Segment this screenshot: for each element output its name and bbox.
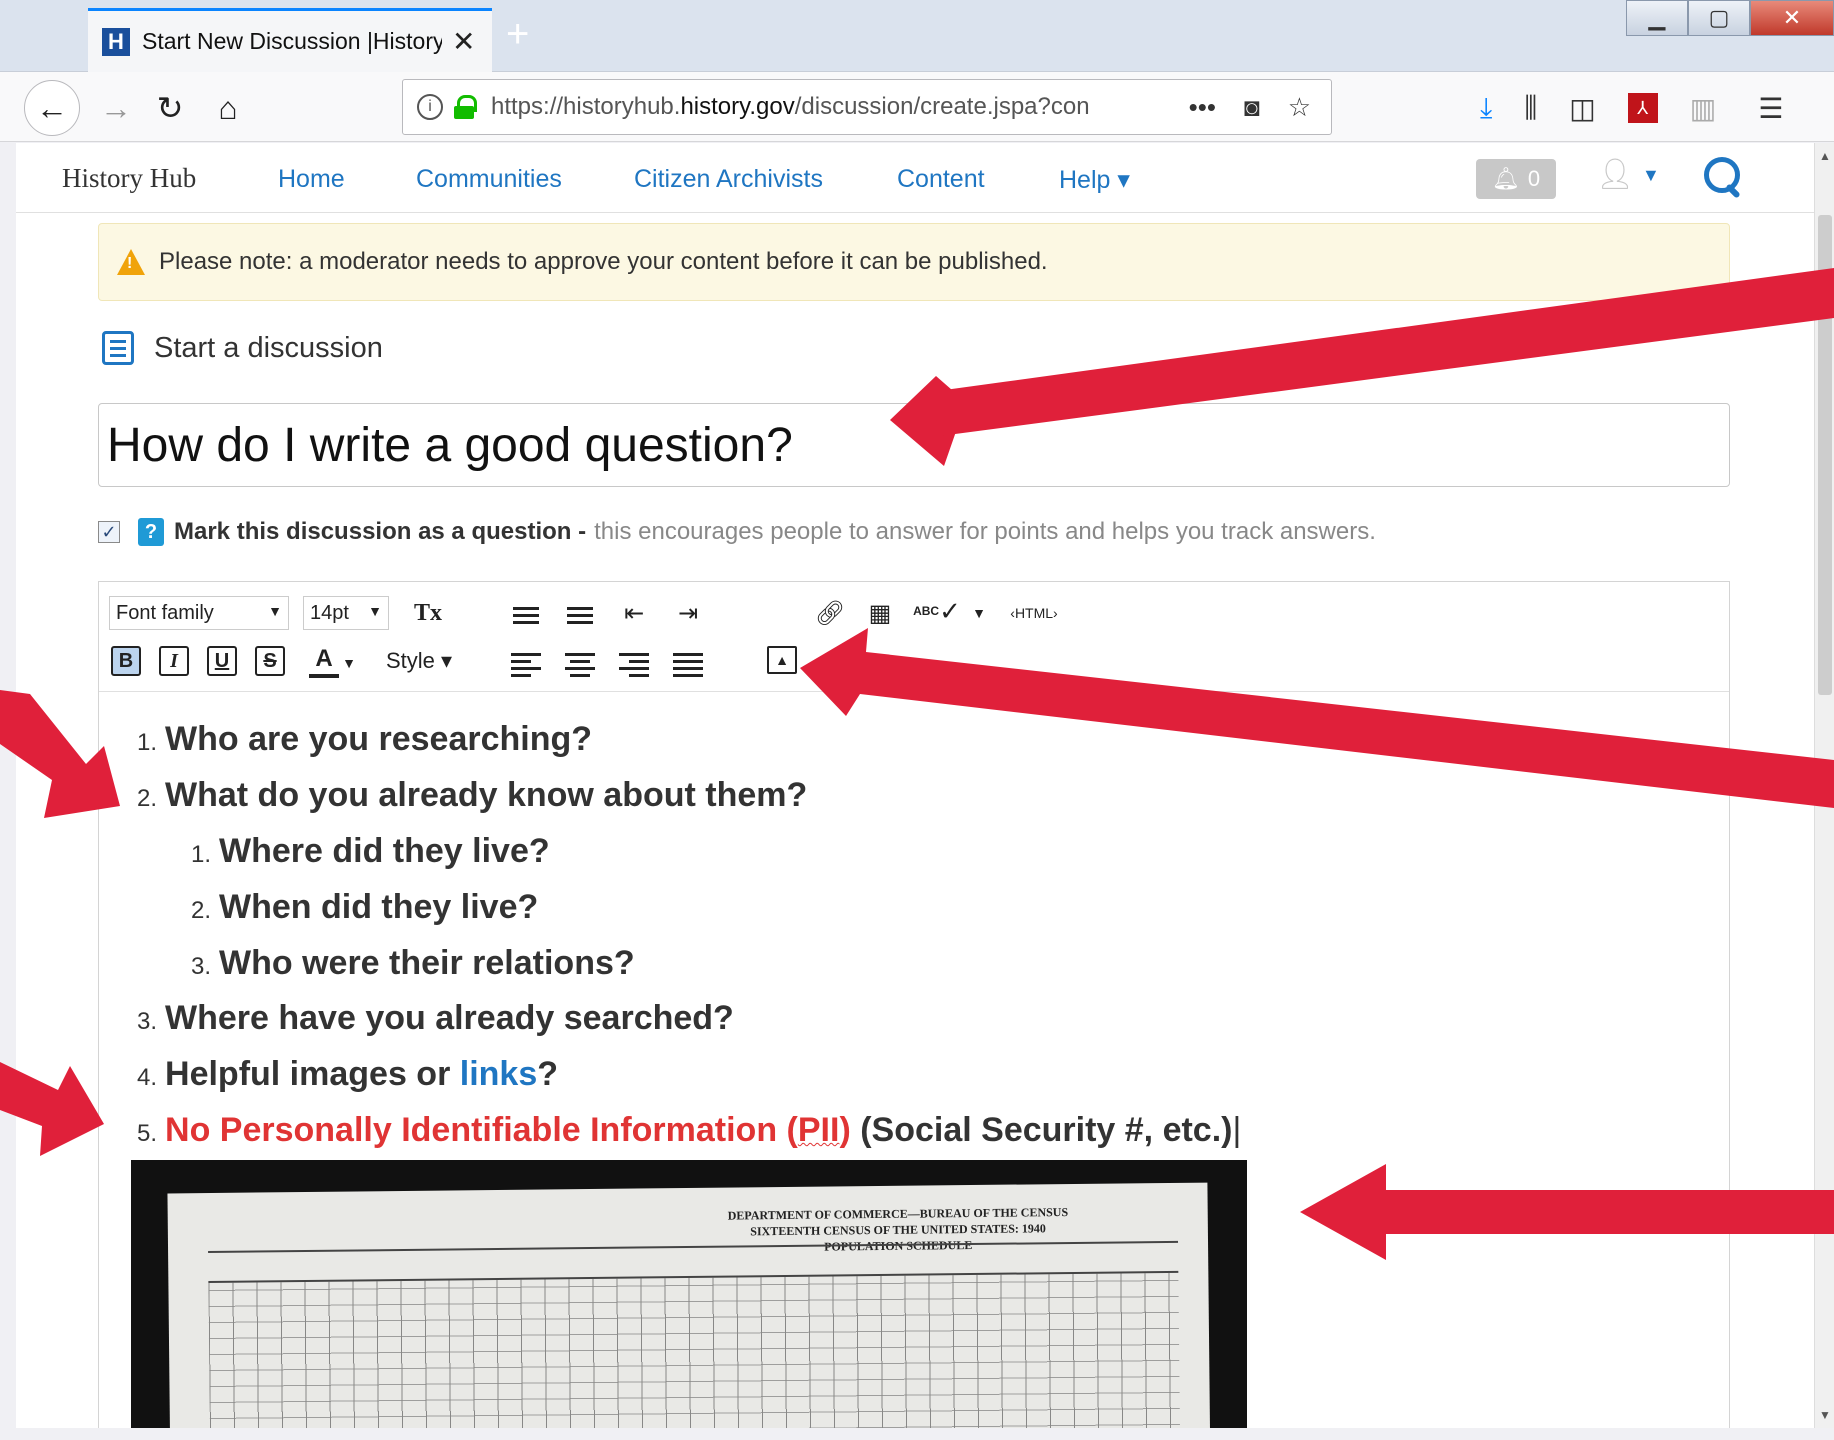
library-icon[interactable]: ⫼	[1524, 92, 1537, 125]
mark-question-description: this encourages people to answer for poi…	[594, 518, 1376, 545]
search-icon[interactable]	[1702, 155, 1746, 199]
italic-button[interactable]: I	[159, 646, 189, 676]
new-tab-button[interactable]: +	[506, 12, 529, 57]
list-item: 5. No Personally Identifiable Information…	[137, 1111, 1242, 1149]
style-dropdown[interactable]: Style ▾	[379, 644, 459, 678]
reader-view-icon[interactable]: ▥	[1690, 92, 1716, 125]
numbered-list-icon[interactable]	[565, 598, 595, 632]
history-hub-favicon-icon: H	[102, 27, 130, 56]
font-color-chevron-icon[interactable]: ▼	[341, 646, 357, 680]
strikethrough-button[interactable]: S	[255, 646, 285, 676]
reload-button[interactable]: ↻	[142, 80, 198, 136]
user-avatar-icon[interactable]: 👤︎	[1596, 157, 1634, 192]
tab-title: Start New Discussion |History Hub	[142, 28, 442, 54]
inline-link[interactable]: links	[460, 1055, 537, 1093]
census-document-image[interactable]: DEPARTMENT OF COMMERCE—BUREAU OF THE CEN…	[131, 1160, 1247, 1428]
nav-help[interactable]: Help ▾	[1059, 165, 1130, 195]
minimize-button[interactable]: ▁	[1626, 0, 1688, 36]
site-info-icon[interactable]: i	[417, 94, 443, 120]
bookmark-star-icon[interactable]: ☆	[1288, 92, 1311, 123]
align-left-icon[interactable]	[511, 648, 541, 682]
forward-button[interactable]: →	[88, 80, 144, 136]
question-icon: ?	[138, 518, 164, 546]
scroll-down-icon[interactable]: ▼	[1819, 1408, 1831, 1422]
window-close-button[interactable]: ✕	[1750, 0, 1834, 36]
spellcheck-icon[interactable]: ABC ✓	[907, 594, 967, 628]
pocket-icon[interactable]: ◙	[1244, 92, 1260, 123]
composer-heading-text: Start a discussion	[154, 331, 383, 364]
misspelled-word[interactable]: PII	[798, 1111, 840, 1149]
user-menu-chevron-icon[interactable]: ▼	[1642, 165, 1660, 186]
spellcheck-chevron-icon[interactable]: ▼	[969, 596, 989, 630]
sidebar-icon[interactable]: ◫	[1569, 92, 1595, 125]
nav-communities[interactable]: Communities	[416, 165, 562, 194]
notice-text: Please note: a moderator needs to approv…	[159, 248, 1048, 275]
page-viewport: History Hub Home Communities Citizen Arc…	[16, 143, 1814, 1428]
clear-format-icon[interactable]: Tx	[411, 596, 445, 630]
download-icon[interactable]: ⤓	[1480, 92, 1492, 125]
pdf-icon[interactable]: ⅄	[1627, 93, 1658, 123]
browser-tab[interactable]: H Start New Discussion |History Hub ✕	[88, 8, 492, 72]
bold-button[interactable]: B	[111, 646, 141, 676]
window-controls: ▁ ▢ ✕	[1626, 0, 1834, 40]
list-item: 2. What do you already know about them?	[137, 776, 808, 814]
list-item: 1. Where did they live?	[191, 832, 550, 870]
editor-toolbar: Font family ▼ 14pt ▼ Tx ⇤ ⇥ 🔗︎ ▦ ABC ✓ ▼ ‹H…	[99, 582, 1729, 692]
outdent-icon[interactable]: ⇤	[617, 596, 651, 630]
font-size-select[interactable]: 14pt ▼	[303, 596, 389, 630]
html-source-button[interactable]: ‹HTML›	[999, 596, 1069, 630]
list-item: 4. Helpful images or links?	[137, 1055, 559, 1093]
discussion-icon	[102, 331, 134, 365]
list-item: 3. Where have you already searched?	[137, 999, 734, 1037]
align-center-icon[interactable]	[565, 648, 595, 682]
scrollbar-thumb[interactable]	[1818, 215, 1832, 695]
insert-link-icon[interactable]: 🔗︎	[813, 596, 847, 630]
mark-question-row: ✓ ? Mark this discussion as a question -…	[98, 518, 1376, 546]
font-color-button[interactable]: A	[309, 644, 339, 678]
url-text[interactable]: https://historyhub.history.gov/discussio…	[491, 93, 1131, 121]
notifications-button[interactable]: 🔔︎ 0	[1476, 159, 1556, 199]
justify-icon[interactable]	[673, 648, 703, 682]
rich-text-editor: Font family ▼ 14pt ▼ Tx ⇤ ⇥ 🔗︎ ▦ ABC ✓ ▼ ‹H…	[98, 581, 1730, 1428]
nav-content[interactable]: Content	[897, 165, 985, 194]
tab-close-icon[interactable]: ✕	[452, 25, 475, 58]
census-paper: DEPARTMENT OF COMMERCE—BUREAU OF THE CEN…	[167, 1182, 1211, 1428]
insert-image-icon[interactable]: ▲	[767, 646, 797, 674]
align-right-icon[interactable]	[619, 648, 649, 682]
menu-icon[interactable]: ☰	[1758, 92, 1783, 125]
page-scrollbar[interactable]: ▲ ▼	[1814, 143, 1834, 1428]
bell-icon: 🔔︎	[1491, 166, 1520, 191]
notification-count: 0	[1527, 166, 1541, 191]
nav-home[interactable]: Home	[278, 165, 345, 194]
page-actions-icon[interactable]: •••	[1189, 92, 1216, 123]
insert-table-icon[interactable]: ▦	[863, 596, 897, 630]
warning-icon: !	[117, 249, 145, 275]
font-family-select[interactable]: Font family ▼	[109, 596, 289, 630]
list-item: 1. Who are you researching?	[137, 720, 593, 758]
nav-citizen-archivists[interactable]: Citizen Archivists	[634, 165, 823, 194]
lock-icon[interactable]	[453, 95, 477, 119]
list-item: 2. When did they live?	[191, 888, 539, 926]
indent-icon[interactable]: ⇥	[671, 596, 705, 630]
moderation-notice: ! Please note: a moderator needs to appr…	[98, 223, 1730, 301]
site-header: History Hub Home Communities Citizen Arc…	[16, 143, 1814, 213]
mark-question-label[interactable]: Mark this discussion as a question -	[174, 518, 586, 546]
maximize-button[interactable]: ▢	[1688, 0, 1750, 36]
mark-question-checkbox[interactable]: ✓	[98, 521, 120, 543]
subject-input[interactable]: How do I write a good question?	[98, 403, 1730, 487]
bullet-list-icon[interactable]	[511, 598, 541, 632]
navigation-toolbar: ← → ↻ ⌂ i https://historyhub.history.gov…	[0, 72, 1834, 142]
scroll-up-icon[interactable]: ▲	[1819, 149, 1831, 163]
address-bar[interactable]: i https://historyhub.history.gov/discuss…	[402, 79, 1332, 135]
site-brand[interactable]: History Hub	[62, 163, 196, 194]
underline-button[interactable]: U	[207, 646, 237, 676]
back-button[interactable]: ←	[24, 80, 80, 136]
home-button[interactable]: ⌂	[200, 80, 256, 136]
composer-heading: Start a discussion	[102, 331, 383, 365]
list-item: 3. Who were their relations?	[191, 944, 635, 982]
title-bar: H Start New Discussion |History Hub ✕ + …	[0, 0, 1834, 72]
